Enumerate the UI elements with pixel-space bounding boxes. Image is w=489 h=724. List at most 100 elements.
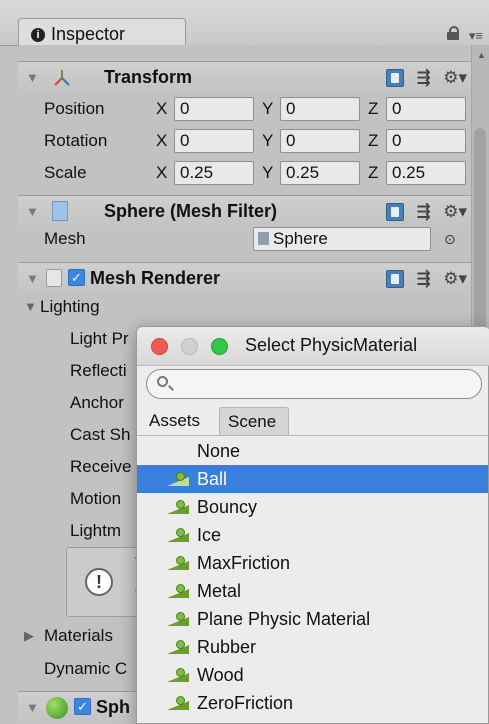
tab-inspector[interactable]: i Inspector <box>18 18 186 48</box>
mesh-renderer-header[interactable]: ▼ ✓ Mesh Renderer ⇶ ⚙▾ <box>18 262 471 294</box>
help-book-icon[interactable] <box>386 69 405 87</box>
list-item-none[interactable]: None <box>137 437 488 465</box>
lock-icon[interactable] <box>447 26 459 40</box>
list-item-label: Bouncy <box>197 497 258 517</box>
fold-arrow-icon[interactable]: ▼ <box>24 291 37 323</box>
physic-material-icon <box>167 696 189 710</box>
transform-row-rotation: Rotation X 0 Y 0 Z 0 <box>18 125 471 157</box>
physic-material-icon <box>167 528 189 542</box>
preset-icon[interactable]: ⇶ <box>417 68 431 88</box>
list-item-label: None <box>197 441 241 461</box>
help-book-icon[interactable] <box>386 203 405 221</box>
scale-y-field[interactable]: 0.25 <box>280 161 360 185</box>
transform-header[interactable]: ▼ Transform ⇶ ⚙▾ <box>18 61 471 93</box>
axis-y-label: Y <box>262 163 274 182</box>
list-item-ball[interactable]: Ball <box>137 465 488 493</box>
position-y-field[interactable]: 0 <box>280 97 360 121</box>
axis-x-label: X <box>156 163 168 182</box>
list-item-label: Ball <box>197 469 228 489</box>
lighting-label: Lighting <box>40 297 100 316</box>
list-item-label: MaxFriction <box>197 553 291 573</box>
physic-material-icon <box>167 612 189 626</box>
list-item-maxfriction[interactable]: MaxFriction <box>137 549 488 577</box>
search-box[interactable] <box>146 369 482 399</box>
transform-title: Transform <box>104 67 193 87</box>
mesh-renderer-title: Mesh Renderer <box>90 268 221 288</box>
info-warning-icon: ! <box>85 568 113 596</box>
axis-z-label: Z <box>368 163 379 182</box>
fold-arrow-icon[interactable]: ▼ <box>26 271 39 286</box>
sphere-collider-title: Sph <box>96 697 130 717</box>
material-list: None Ball Bouncy Ice MaxFriction Metal P… <box>137 437 488 717</box>
list-item-ice[interactable]: Ice <box>137 521 488 549</box>
sphere-collider-icon <box>46 697 68 719</box>
materials-label: Materials <box>44 626 113 645</box>
list-item-wood[interactable]: Wood <box>137 661 488 689</box>
list-item-label: Wood <box>197 665 244 685</box>
list-item-rubber[interactable]: Rubber <box>137 633 488 661</box>
tab-menu-icon[interactable]: ▾≡ <box>469 28 483 44</box>
preset-icon[interactable]: ⇶ <box>417 269 431 289</box>
transform-row-position: Position X 0 Y 0 Z 0 <box>18 93 471 125</box>
mesh-row: Mesh Sphere ⊙ <box>18 223 471 255</box>
mesh-object-field[interactable]: Sphere <box>253 227 431 251</box>
mesh-label: Mesh <box>44 229 86 248</box>
gear-icon[interactable]: ⚙▾ <box>443 68 467 88</box>
transform-row-scale: Scale X 0.25 Y 0.25 Z 0.25 <box>18 157 471 189</box>
gear-icon[interactable]: ⚙▾ <box>443 202 467 222</box>
rotation-label: Rotation <box>44 131 108 150</box>
popup-title: Select PhysicMaterial <box>245 335 418 355</box>
close-window-button[interactable] <box>151 338 168 355</box>
transform-axes-icon <box>54 70 70 86</box>
physic-material-icon <box>167 500 189 514</box>
position-x-field[interactable]: 0 <box>174 97 254 121</box>
search-input[interactable] <box>175 373 474 397</box>
physic-material-icon <box>167 668 189 682</box>
scroll-up-icon[interactable]: ▲ <box>477 50 486 60</box>
preset-icon[interactable]: ⇶ <box>417 202 431 222</box>
fold-arrow-icon[interactable]: ▼ <box>26 700 39 715</box>
mesh-renderer-enabled-checkbox[interactable]: ✓ <box>68 269 85 288</box>
scale-x-field[interactable]: 0.25 <box>174 161 254 185</box>
list-item-bouncy[interactable]: Bouncy <box>137 493 488 521</box>
select-physic-material-window: Select PhysicMaterial Assets Scene None … <box>136 326 489 724</box>
fold-arrow-icon[interactable]: ▼ <box>26 70 39 85</box>
info-icon: i <box>31 28 45 43</box>
mesh-renderer-icon <box>46 269 62 287</box>
lighting-foldout[interactable]: ▼ Lighting <box>18 291 471 323</box>
gear-icon[interactable]: ⚙▾ <box>443 269 467 289</box>
tab-scene[interactable]: Scene <box>219 407 289 435</box>
position-z-field[interactable]: 0 <box>386 97 466 121</box>
help-book-icon[interactable] <box>386 270 405 288</box>
list-item-label: ZeroFriction <box>197 693 294 713</box>
rotation-y-field[interactable]: 0 <box>280 129 360 153</box>
dynamic-occluded-label: Dynamic C <box>44 659 128 678</box>
minimize-window-button[interactable] <box>181 338 198 355</box>
mesh-filter-title: Sphere (Mesh Filter) <box>104 201 278 221</box>
tab-divider <box>137 435 488 436</box>
scale-z-field[interactable]: 0.25 <box>386 161 466 185</box>
physic-material-icon <box>167 584 189 598</box>
light-probes-label: Light Pr <box>70 329 129 348</box>
tab-assets[interactable]: Assets <box>141 407 209 435</box>
mesh-value: Sphere <box>273 229 328 248</box>
list-item-plane-physic-material[interactable]: Plane Physic Material <box>137 605 488 633</box>
zoom-window-button[interactable] <box>211 338 228 355</box>
popup-titlebar[interactable]: Select PhysicMaterial <box>137 327 489 366</box>
object-picker-icon[interactable]: ⊙ <box>444 223 456 255</box>
axis-z-label: Z <box>368 99 379 118</box>
physic-material-icon <box>167 472 189 486</box>
rotation-x-field[interactable]: 0 <box>174 129 254 153</box>
mesh-icon <box>258 232 269 245</box>
list-item-metal[interactable]: Metal <box>137 577 488 605</box>
scale-label: Scale <box>44 163 87 182</box>
list-item-label: Rubber <box>197 637 257 657</box>
fold-arrow-icon[interactable]: ▶ <box>24 620 34 652</box>
tab-inspector-label: Inspector <box>51 24 126 44</box>
rotation-z-field[interactable]: 0 <box>386 129 466 153</box>
list-item-zerofriction[interactable]: ZeroFriction <box>137 689 488 717</box>
fold-arrow-icon[interactable]: ▼ <box>26 204 39 219</box>
sphere-collider-enabled-checkbox[interactable]: ✓ <box>74 698 91 717</box>
physic-material-icon <box>167 556 189 570</box>
inspector-tabbar: i Inspector ▾≡ <box>0 0 489 48</box>
